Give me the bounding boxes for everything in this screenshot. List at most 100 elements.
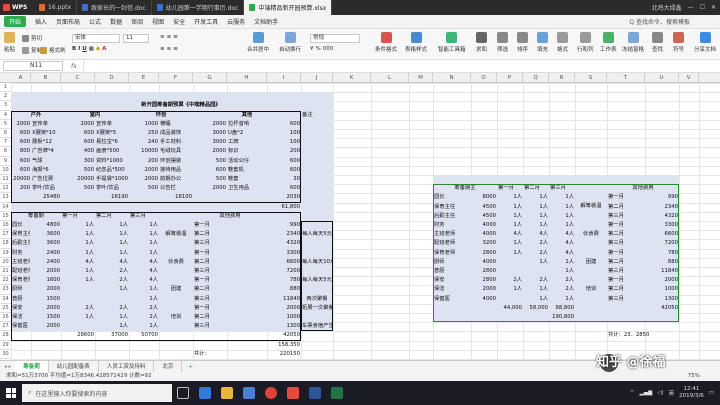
cell[interactable]: 4000 [472, 295, 496, 304]
cell[interactable]: 2人 [498, 276, 522, 285]
cell[interactable]: 后勤主任 [12, 239, 30, 248]
cell[interactable]: 2000 [194, 147, 226, 156]
cell[interactable]: 3600 [32, 230, 60, 239]
sum-outdoor[interactable]: 25480 [12, 193, 60, 202]
cell[interactable]: 2000 [472, 285, 496, 294]
cell[interactable]: 600 [268, 184, 300, 193]
cell[interactable]: 1人 [498, 193, 522, 202]
row-header[interactable]: 24 [0, 295, 11, 304]
cell[interactable]: 第二月 [194, 285, 226, 294]
cell[interactable]: 400 [62, 147, 94, 156]
row-header[interactable]: 21 [0, 267, 11, 277]
align-buttons-top[interactable]: ≡ ≡ ≡ [160, 34, 178, 40]
column-header-h[interactable]: H [227, 73, 267, 83]
cell[interactable]: 500 [194, 157, 226, 166]
cell[interactable]: 3600 [32, 239, 60, 248]
cell[interactable]: 厨师 [434, 258, 470, 267]
cell[interactable]: 2800 [472, 276, 496, 285]
cell[interactable]: 4000 [472, 258, 496, 267]
cell[interactable]: 2000 [32, 322, 60, 331]
cell-area[interactable]: 新开园筹备期预算《中端精品园》 户外 室内 环创 其他 备注 2000 宣传单 2000 宣传单 1… [11, 83, 720, 360]
align-left-icon[interactable]: ≡ [160, 46, 165, 52]
right-grand-total[interactable]: 共计：23．2850 [608, 331, 678, 340]
thousands-icon[interactable]: 000 [323, 46, 334, 52]
row-header[interactable]: 22 [0, 276, 11, 286]
menu-security[interactable]: 安全 [173, 17, 185, 26]
row-header[interactable]: 6 [0, 129, 11, 139]
cell[interactable]: 4人 [524, 230, 548, 239]
header-indoor[interactable]: 室内 [62, 111, 128, 120]
cell[interactable]: 主班老师 [434, 230, 470, 239]
column-header-g[interactable]: G [193, 73, 227, 83]
cell[interactable]: 第三月 [194, 322, 226, 331]
cell[interactable]: 6600 [228, 258, 300, 267]
plan-header[interactable]: 其他费用 [194, 212, 266, 221]
cell[interactable]: 海报*6 [32, 166, 60, 175]
cell[interactable]: 10000 [130, 147, 158, 156]
cell[interactable]: 2000 [62, 120, 94, 129]
cell[interactable]: 2人 [524, 239, 548, 248]
cell[interactable]: 600 [12, 129, 30, 138]
currency-icon[interactable]: ¥ [310, 46, 314, 52]
cell[interactable]: 1人 [550, 193, 574, 202]
cell[interactable]: 4人 [62, 258, 94, 267]
menu-view[interactable]: 视图 [152, 17, 164, 26]
plan-side-label[interactable]: 培训 [160, 304, 192, 332]
cell[interactable]: 厨师 [12, 285, 30, 294]
right-sum[interactable]: 44,000 [472, 304, 522, 313]
zoom-level[interactable]: 75% [688, 372, 700, 381]
right-side-label[interactable]: 培训 [576, 276, 606, 304]
cell[interactable]: X展架*5 [96, 129, 128, 138]
cell[interactable]: 600 [268, 157, 300, 166]
cell[interactable]: 2800 [472, 249, 496, 258]
cell[interactable]: 1人 [498, 212, 522, 221]
format-painter-button[interactable]: 格式刷 [40, 46, 66, 54]
note[interactable]: 车票食宿产生费用 [302, 322, 332, 331]
cell[interactable]: 100 [268, 129, 300, 138]
cell[interactable]: 公告栏 [160, 184, 192, 193]
cell[interactable]: 活动公仔 [228, 157, 266, 166]
cell[interactable]: 1000 [130, 120, 158, 129]
cell[interactable]: 2人 [130, 304, 158, 313]
copy-button[interactable]: 复制 [22, 46, 42, 54]
cell[interactable]: 后勤主任 [434, 212, 470, 221]
column-header-c[interactable]: C [61, 73, 95, 83]
cell[interactable]: 第三月 [608, 295, 644, 304]
cell[interactable]: 1人 [130, 221, 158, 230]
plan-sum[interactable]: 50700 [130, 331, 158, 340]
align-bottom-icon[interactable]: ≡ [173, 34, 178, 40]
cell[interactable]: 6600 [646, 230, 678, 239]
note[interactable]: 两次聚餐 [302, 295, 332, 304]
note[interactable]: 每人每天10元 [302, 258, 332, 267]
table-style-button[interactable]: 表格样式 [405, 32, 427, 53]
cell[interactable]: 2340 [228, 230, 300, 239]
cell[interactable]: 成品装饰 [160, 129, 192, 138]
right-header[interactable]: 其他费用 [608, 184, 678, 193]
cell[interactable]: 1人 [130, 230, 158, 239]
row-header[interactable]: 17 [0, 230, 11, 240]
row-header[interactable]: 19 [0, 249, 11, 258]
cell[interactable]: 1人 [96, 313, 128, 322]
cell[interactable]: 1000 [228, 313, 300, 322]
row-header[interactable]: 10 [0, 166, 11, 175]
taskbar-task-view[interactable] [172, 381, 194, 405]
cell[interactable]: 8000 [472, 193, 496, 202]
cell[interactable]: 接待用品 [160, 166, 192, 175]
cell[interactable]: 第一月 [608, 221, 644, 230]
row-header[interactable]: 7 [0, 138, 11, 148]
cell[interactable]: 2000 [32, 285, 60, 294]
cell[interactable]: 1人 [130, 322, 158, 331]
row-header[interactable]: 2 [0, 92, 11, 102]
right-header[interactable]: 第三月 [550, 184, 574, 193]
cell[interactable]: 拉杆音响 [228, 120, 266, 129]
row-header[interactable]: 18 [0, 239, 11, 249]
cell[interactable]: 第一月 [194, 276, 226, 285]
taskbar-store[interactable] [238, 381, 260, 405]
cell[interactable]: 4人 [550, 230, 574, 239]
font-color-icon[interactable]: A [102, 46, 106, 52]
cell[interactable]: 1人 [62, 221, 94, 230]
column-header-e[interactable]: E [129, 73, 159, 83]
share-doc-button[interactable]: 分享文档 [694, 32, 716, 53]
cell[interactable]: 4500 [472, 203, 496, 212]
cell[interactable]: 1人 [524, 258, 548, 267]
